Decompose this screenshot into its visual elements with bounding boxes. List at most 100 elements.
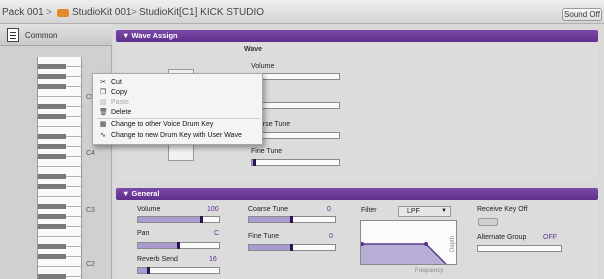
pan-value: C — [214, 230, 220, 237]
volume-fill — [138, 217, 202, 222]
context-menu-item[interactable]: ▤ Paste — [93, 98, 264, 107]
volume-value: 100 — [207, 206, 219, 213]
slider-thumb[interactable] — [290, 216, 293, 223]
black-key[interactable] — [38, 244, 66, 249]
piano-keyboard[interactable] — [37, 57, 83, 279]
pan-label: Pan — [137, 230, 150, 237]
octave-label: C2 — [86, 261, 95, 268]
alternate-group-value: OFF — [543, 234, 557, 241]
frequency-axis-label: Frequency — [415, 268, 444, 274]
context-menu-item-label: Change to new Drum Key with User Wave — [111, 132, 242, 139]
reverb-send-label: Reverb Send — [137, 256, 178, 263]
context-menu-item-label: Copy — [111, 89, 128, 96]
alternate-group-label: Alternate Group — [477, 234, 527, 241]
slider-thumb[interactable] — [290, 244, 293, 251]
wave-fine-tune-slider[interactable] — [251, 159, 340, 166]
menu-divider — [97, 118, 260, 119]
trash-icon: 🗑 — [99, 109, 108, 116]
black-key[interactable] — [38, 104, 66, 109]
black-key[interactable] — [38, 204, 66, 209]
coarse-tune-fill — [249, 217, 292, 222]
receive-key-off-label: Receive Key Off — [477, 206, 528, 213]
context-menu-item[interactable]: ✂ Cut — [93, 78, 264, 87]
octave-label: C4 — [86, 150, 95, 157]
wave-pan-slider[interactable] — [251, 102, 340, 109]
reverb-send-value: 16 — [209, 256, 217, 263]
filter-label: Filter — [361, 207, 377, 214]
context-menu: ✂ Cut ❐ Copy ▤ Paste 🗑 Delete ▦ Change to other V… — [92, 73, 263, 145]
black-key[interactable] — [38, 134, 66, 139]
list-icon — [7, 28, 19, 42]
slider-thumb[interactable] — [253, 159, 256, 166]
breadcrumb-pack[interactable]: Pack 001 — [2, 7, 44, 18]
context-menu-item[interactable]: ▦ Change to other Voice Drum Key — [93, 120, 264, 129]
wave-coarse-tune-slider[interactable] — [251, 132, 340, 139]
black-key[interactable] — [38, 144, 66, 149]
black-key[interactable] — [38, 74, 66, 79]
copy-icon: ❐ — [99, 89, 107, 96]
black-key[interactable] — [38, 154, 66, 159]
wave-volume-slider[interactable] — [251, 73, 340, 80]
breadcrumb-separator: > — [46, 7, 52, 18]
context-menu-item-label: Change to other Voice Drum Key — [111, 121, 214, 128]
breadcrumb-kit[interactable]: StudioKit 001 — [72, 7, 132, 18]
scissors-icon: ✂ — [100, 79, 106, 86]
user-wave-icon: ∿ — [100, 132, 106, 139]
chevron-down-icon: ▼ — [441, 208, 447, 214]
drum-key-icon: ▦ — [99, 121, 107, 128]
octave-label: C3 — [86, 207, 95, 214]
paste-icon: ▤ — [99, 99, 107, 106]
slider-thumb[interactable] — [177, 242, 180, 249]
black-key[interactable] — [38, 274, 66, 279]
coarse-tune-label: Coarse Tune — [248, 206, 289, 213]
black-key[interactable] — [38, 174, 66, 179]
pan-slider[interactable] — [137, 242, 220, 249]
filter-envelope-graph[interactable] — [360, 220, 457, 265]
wave-volume-label: Volume — [251, 63, 275, 70]
drum-kit-icon — [57, 9, 69, 17]
wave-fine-tune-label: Fine Tune — [251, 148, 283, 155]
fine-tune-fill — [249, 245, 292, 250]
black-key[interactable] — [38, 214, 66, 219]
breadcrumb-key[interactable]: StudioKit[C1] KICK STUDIO — [139, 7, 264, 18]
sound-off-button[interactable]: Sound Off — [562, 8, 602, 21]
filter-curve — [360, 242, 447, 265]
fine-tune-label: Fine Tune — [248, 233, 280, 240]
breadcrumb-separator: > — [131, 7, 137, 18]
black-key[interactable] — [38, 254, 66, 259]
context-menu-item[interactable]: ∿ Change to new Drum Key with User Wave — [93, 131, 264, 140]
coarse-tune-slider[interactable] — [248, 216, 336, 223]
volume-slider[interactable] — [137, 216, 220, 223]
depth-axis-label: Depth — [450, 235, 456, 252]
slider-thumb[interactable] — [147, 267, 150, 274]
filter-type-select[interactable]: LPF ▼ — [398, 206, 451, 217]
fine-tune-value: 0 — [329, 233, 333, 240]
coarse-tune-value: 0 — [327, 206, 331, 213]
common-tab[interactable]: Common — [0, 24, 112, 46]
filter-type-value: LPF — [407, 208, 420, 215]
receive-key-off-toggle[interactable] — [478, 218, 498, 226]
reverb-send-slider[interactable] — [137, 267, 220, 274]
fine-tune-slider[interactable] — [248, 244, 336, 251]
black-key[interactable] — [38, 114, 66, 119]
context-menu-item-label: Delete — [111, 109, 132, 116]
black-key[interactable] — [38, 84, 66, 89]
general-header[interactable]: ▼ General — [116, 188, 598, 200]
filter-curve-area — [361, 244, 446, 264]
alternate-group-slider[interactable] — [477, 245, 562, 252]
filter-point[interactable] — [424, 242, 428, 246]
slider-thumb[interactable] — [200, 216, 203, 223]
wave-title: Wave — [244, 46, 263, 53]
black-key[interactable] — [38, 64, 66, 69]
context-menu-item[interactable]: ❐ Copy — [93, 88, 264, 97]
pan-fill — [138, 243, 179, 248]
sidebar: Common > C5 C4 C3 C2 — [0, 24, 112, 279]
volume-label: Volume — [137, 206, 161, 213]
black-key[interactable] — [38, 224, 66, 229]
context-menu-item[interactable]: 🗑 Delete — [93, 108, 264, 117]
wave-assign-header[interactable]: ▼ Wave Assign — [116, 30, 598, 42]
context-menu-item-label: Cut — [111, 79, 122, 86]
breadcrumb: Pack 001 > StudioKit 001 > StudioKit[C1]… — [0, 0, 604, 24]
black-key[interactable] — [38, 184, 66, 189]
common-label: Common — [25, 31, 58, 40]
